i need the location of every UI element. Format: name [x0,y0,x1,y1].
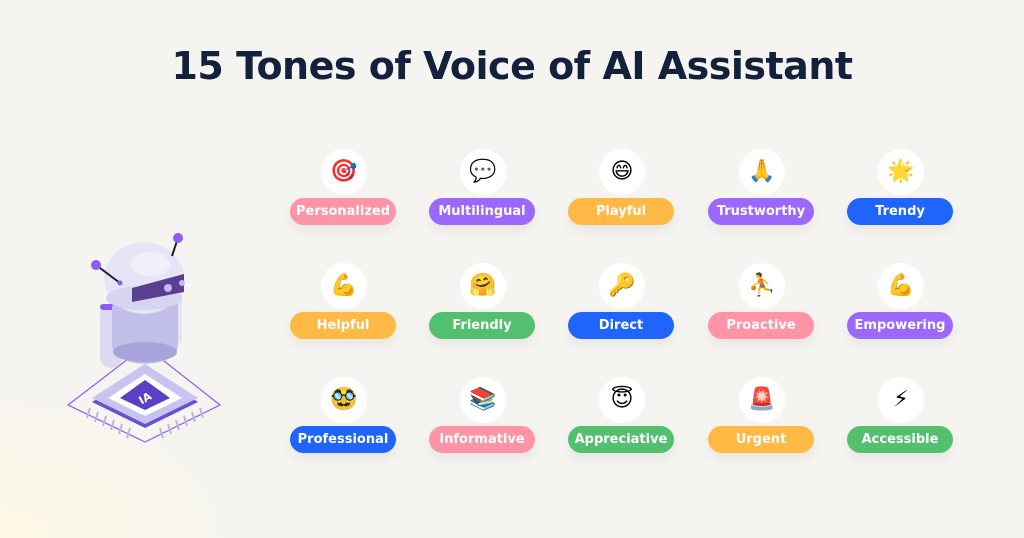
tone-card-urgent: 🚨 Urgent [708,377,816,467]
robot-illustration: IA [66,233,222,443]
tone-card-playful: 😄 Playful [568,149,676,239]
tone-label: Trendy [847,198,953,225]
tone-label: Trustworthy [708,198,814,225]
tone-card-personalized: 🎯 Personalized [290,149,398,239]
tone-label: Direct [568,312,674,339]
tone-card-trustworthy: 🙏 Trustworthy [708,149,816,239]
police-light-icon: 🚨 [739,377,785,423]
tone-card-appreciative: 😇 Appreciative [568,377,676,467]
direct-hit-icon: 🎯 [321,149,367,195]
tone-label: Helpful [290,312,396,339]
high-voltage-icon: ⚡ [878,377,924,423]
key-icon: 🔑 [599,263,645,309]
tone-label: Urgent [708,426,814,453]
books-icon: 📚 [460,377,506,423]
tone-label: Proactive [708,312,814,339]
folded-hands-icon: 🙏 [739,149,785,195]
person-bouncing-ball-icon: ⛹ [739,263,785,309]
tone-label: Personalized [290,198,396,225]
tone-card-helpful: 💪 Helpful [290,263,398,353]
antenna-right-tip [173,233,183,243]
antenna-left-tip [91,260,101,270]
glowing-star-icon: 🌟 [878,149,924,195]
tone-card-accessible: ⚡ Accessible [847,377,955,467]
tone-label: Professional [290,426,396,453]
tone-card-multilingual: 💬 Multilingual [429,149,537,239]
tone-label: Accessible [847,426,953,453]
page-title: 15 Tones of Voice of AI Assistant [171,44,853,88]
tone-label: Informative [429,426,535,453]
smiling-face-halo-icon: 😇 [599,377,645,423]
tone-label: Empowering [847,312,953,339]
speech-bubble-icon: 💬 [460,149,506,195]
tone-card-trendy: 🌟 Trendy [847,149,955,239]
hugging-face-icon: 🤗 [460,263,506,309]
grinning-face-icon: 😄 [599,149,645,195]
tone-label: Multilingual [429,198,535,225]
tone-card-proactive: ⛹ Proactive [708,263,816,353]
tone-card-informative: 📚 Informative [429,377,537,467]
tone-card-professional: 🥸 Professional [290,377,398,467]
tone-card-empowering: 💪 Empowering [847,263,955,353]
tone-card-direct: 🔑 Direct [568,263,676,353]
tone-label: Appreciative [568,426,674,453]
flexed-biceps-icon: 💪 [878,263,924,309]
tone-label: Friendly [429,312,535,339]
flexed-biceps-icon: 💪 [321,263,367,309]
tone-card-friendly: 🤗 Friendly [429,263,537,353]
disguised-glasses-face-icon: 🥸 [321,377,367,423]
tone-label: Playful [568,198,674,225]
